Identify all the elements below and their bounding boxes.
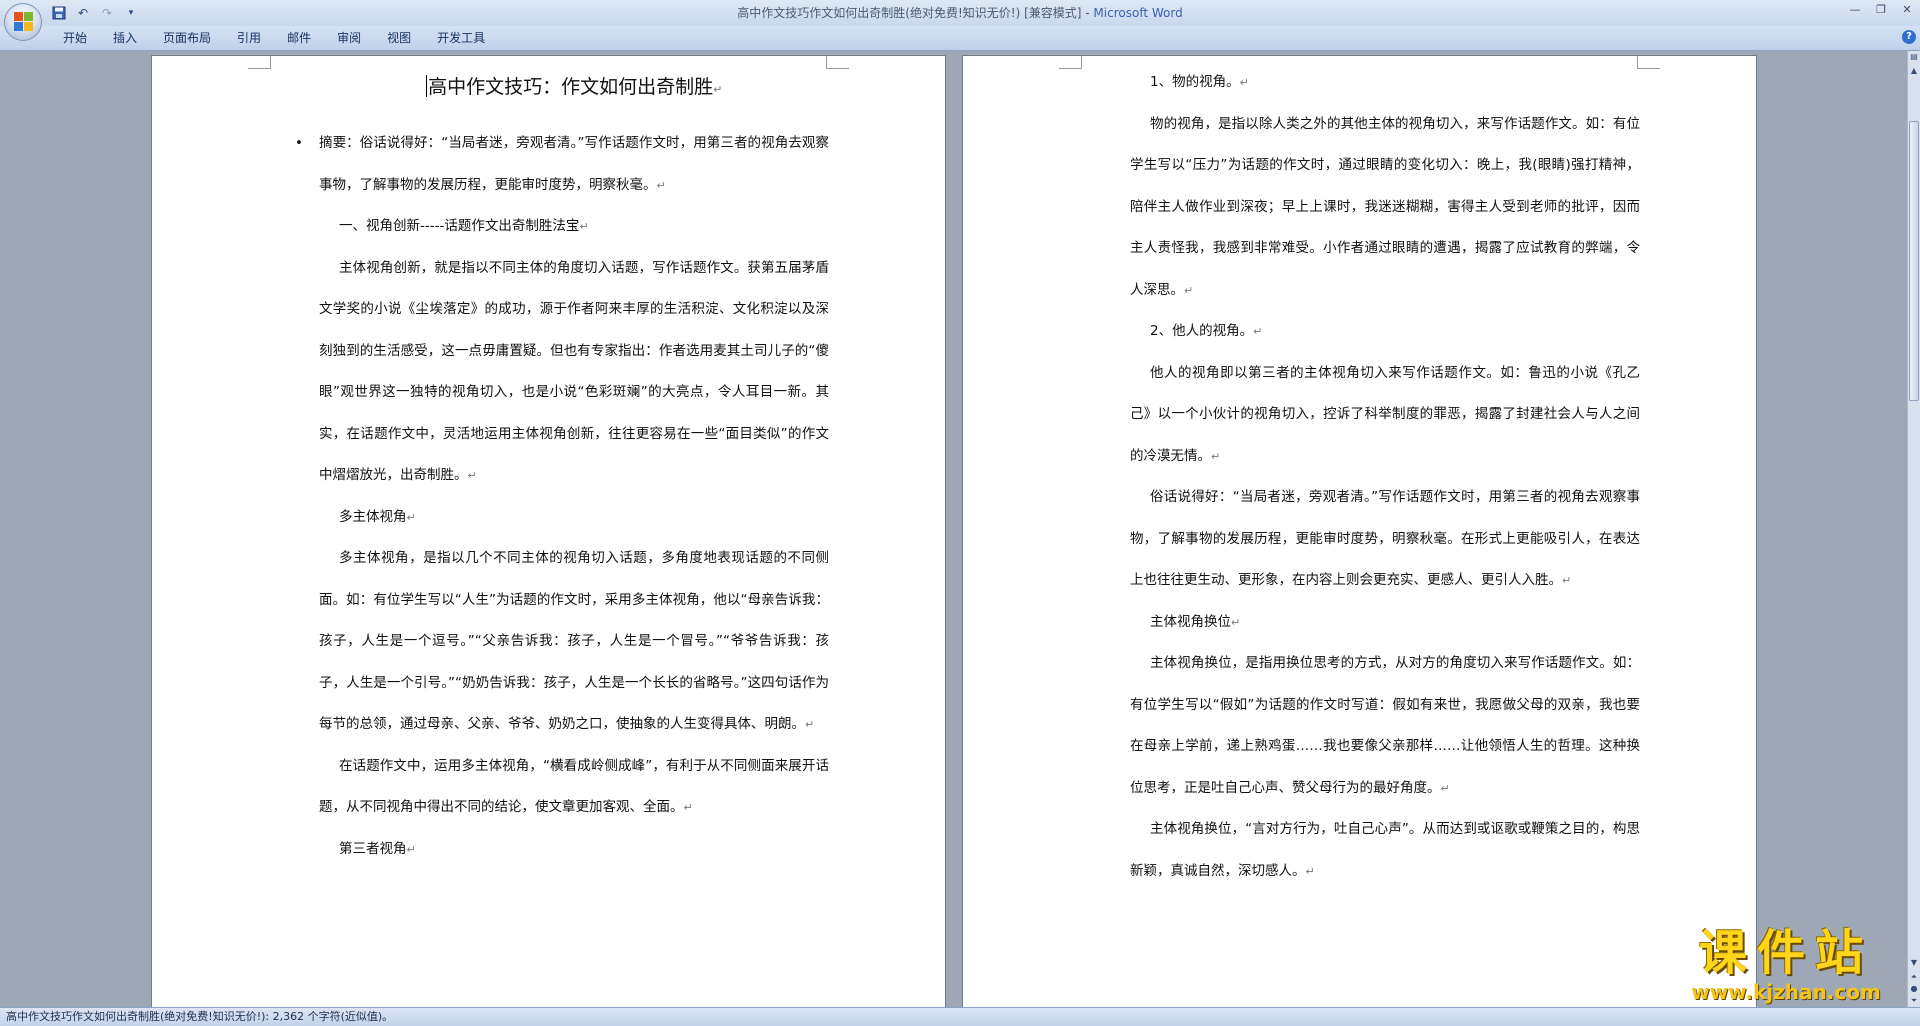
paragraph-body[interactable]: 主体视角换位，是指用换位思考的方式，从对方的角度切入来写作话题作文。如：有位学生…	[1130, 643, 1640, 809]
tab-insert[interactable]: 插入	[100, 26, 150, 50]
tab-mailings[interactable]: 邮件	[274, 26, 324, 50]
window-title: 高中作文技巧作文如何出奇制胜(绝对免费!知识无价!) [兼容模式] - Micr…	[0, 0, 1920, 26]
margin-corner-mark	[1059, 56, 1082, 69]
site-watermark-logo: 课件站 www.kjzhan.com	[1670, 925, 1902, 1005]
paragraph-text: 1、物的视角。	[1150, 74, 1240, 90]
paragraph-mark: ↵	[467, 469, 477, 482]
paragraph-text: 主体视角换位	[1150, 613, 1231, 630]
paragraph-text: 物的视角，是指以除人类之外的其他主体的视角切入，来写作话题作文。如：有位学生写以…	[1130, 115, 1640, 298]
paragraph-mark: ↵	[805, 718, 815, 731]
paragraph-body[interactable]: 俗话说得好：“当局者迷，旁观者清。”写作话题作文时，用第三者的视角去观察事物，了…	[1130, 477, 1640, 602]
tab-review[interactable]: 审阅	[324, 26, 374, 50]
heading-others-view[interactable]: 2、他人的视角。↵	[1130, 311, 1640, 353]
paragraph-mark: ↵	[1184, 283, 1194, 297]
next-page-icon[interactable]: ⏷	[1909, 995, 1919, 1007]
paragraph-body[interactable]: 主体视角换位，“言对方行为，吐自己心声”。从而达到或讴歌或鞭策之目的，构思新颖，…	[1130, 809, 1640, 892]
bullet-icon: •	[295, 135, 303, 151]
paragraph-mark: ↵	[406, 510, 416, 524]
paragraph-body[interactable]: 多主体视角，是指以几个不同主体的视角切入话题，多角度地表现话题的不同侧面。如：有…	[319, 538, 829, 746]
paragraph-body[interactable]: 在话题作文中，运用多主体视角，“横看成岭侧成峰”，有利于从不同侧面来展开话题，从…	[319, 746, 829, 829]
paragraph-mark: ↵	[683, 801, 693, 814]
help-icon[interactable]: ?	[1902, 30, 1916, 44]
app-name: Microsoft Word	[1093, 6, 1183, 20]
status-bar: 高中作文技巧作文如何出奇制胜(绝对免费!知识无价!): 2,362 个字符(近似…	[0, 1007, 1920, 1026]
document-name: 高中作文技巧作文如何出奇制胜(绝对免费!知识无价!) [兼容模式]	[737, 6, 1082, 20]
paragraph-mark: ↵	[656, 178, 666, 192]
vertical-scrollbar[interactable]: ▤ ▲ ▼ ⏶ ● ⏷	[1907, 51, 1920, 1007]
title-separator: -	[1081, 6, 1094, 20]
heading-perspective-swap[interactable]: 主体视角换位↵	[1130, 602, 1640, 644]
paragraph-mark: ↵	[713, 83, 723, 96]
status-text: 高中作文技巧作文如何出奇制胜(绝对免费!知识无价!): 2,362 个字符(近似…	[6, 1010, 394, 1023]
page-right-content[interactable]: 1、物的视角。↵ 物的视角，是指以除人类之外的其他主体的视角切入，来写作话题作文…	[1130, 62, 1640, 892]
paragraph-text: 主体视角换位，是指用换位思考的方式，从对方的角度切入来写作话题作文。如：有位学生…	[1130, 655, 1640, 796]
paragraph-abstract[interactable]: • 摘要：俗话说得好：“当局者迷，旁观者清。”写作话题作文时，用第三者的视角去观…	[295, 123, 829, 206]
heading-third-person[interactable]: 第三者视角↵	[319, 829, 829, 871]
paragraph-body[interactable]: 他人的视角即以第三者的主体视角切入来写作话题作文。如：鲁迅的小说《孔乙己》以一个…	[1130, 353, 1640, 478]
paragraph-body[interactable]: 物的视角，是指以除人类之外的其他主体的视角切入，来写作话题作文。如：有位学生写以…	[1130, 104, 1640, 312]
paragraph-text: 摘要：俗话说得好：“当局者迷，旁观者清。”写作话题作文时，用第三者的视角去观察事…	[319, 135, 829, 193]
previous-page-icon[interactable]: ⏶	[1909, 971, 1919, 983]
document-area[interactable]: 高中作文技巧：作文如何出奇制胜↵ • 摘要：俗话说得好：“当局者迷，旁观者清。”…	[0, 51, 1908, 1007]
page-left[interactable]: 高中作文技巧：作文如何出奇制胜↵ • 摘要：俗话说得好：“当局者迷，旁观者清。”…	[152, 56, 945, 1007]
window-controls: — ❐ ✕	[1842, 0, 1920, 22]
scrollbar-thumb[interactable]	[1909, 121, 1919, 401]
paragraph-text: 主体视角换位，“言对方行为，吐自己心声”。从而达到或讴歌或鞭策之目的，构思新颖，…	[1130, 821, 1640, 879]
page-right[interactable]: 1、物的视角。↵ 物的视角，是指以除人类之外的其他主体的视角切入，来写作话题作文…	[963, 56, 1756, 1007]
minimize-icon[interactable]: —	[1842, 0, 1868, 20]
office-logo-icon	[14, 12, 34, 32]
scroll-up-icon[interactable]: ▲	[1909, 65, 1919, 77]
document-title[interactable]: 高中作文技巧：作文如何出奇制胜↵	[319, 56, 829, 105]
document-title-text: 高中作文技巧：作文如何出奇制胜	[428, 76, 714, 98]
paragraph-text: 主体视角创新，就是指以不同主体的角度切入话题，写作话题作文。获第五届茅盾文学奖的…	[319, 259, 829, 484]
paragraph-text: 多主体视角	[339, 508, 407, 525]
paragraph-mark: ↵	[579, 220, 589, 233]
paragraph-text: 2、他人的视角。	[1150, 323, 1254, 339]
paragraph-text: 他人的视角即以第三者的主体视角切入来写作话题作文。如：鲁迅的小说《孔乙己》以一个…	[1130, 364, 1640, 464]
margin-corner-mark	[826, 56, 849, 69]
paragraph-mark: ↵	[1562, 574, 1572, 587]
paragraph-text: 一、视角创新-----话题作文出奇制胜法宝	[339, 218, 580, 234]
tab-view[interactable]: 视图	[374, 26, 424, 50]
margin-corner-mark	[248, 56, 271, 69]
text-cursor	[425, 75, 428, 97]
paragraph-text: 第三者视角	[339, 840, 407, 857]
tab-home[interactable]: 开始	[50, 26, 100, 50]
office-button[interactable]	[4, 3, 42, 41]
paragraph-mark: ↵	[406, 842, 416, 856]
paragraph-text: 多主体视角，是指以几个不同主体的视角切入话题，多角度地表现话题的不同侧面。如：有…	[319, 550, 829, 732]
browse-object-icon[interactable]: ●	[1909, 983, 1919, 995]
heading-multi-subject[interactable]: 多主体视角↵	[319, 497, 829, 539]
margin-corner-mark	[1637, 56, 1660, 69]
close-icon[interactable]: ✕	[1894, 0, 1920, 20]
paragraph-mark: ↵	[1211, 449, 1221, 463]
scroll-down-icon[interactable]: ▼	[1909, 957, 1919, 969]
ribbon-tabs: 开始 插入 页面布局 引用 邮件 审阅 视图 开发工具	[50, 26, 498, 50]
watermark-text: 课件站	[1698, 925, 1873, 981]
heading-object-view[interactable]: 1、物的视角。↵	[1130, 62, 1640, 104]
restore-icon[interactable]: ❐	[1868, 0, 1894, 20]
tab-page-layout[interactable]: 页面布局	[150, 26, 224, 50]
paragraph-mark: ↵	[1231, 615, 1241, 629]
heading-section-1[interactable]: 一、视角创新-----话题作文出奇制胜法宝↵	[319, 206, 829, 248]
paragraph-text: 在话题作文中，运用多主体视角，“横看成岭侧成峰”，有利于从不同侧面来展开话题，从…	[319, 757, 829, 816]
paragraph-mark: ↵	[1305, 864, 1315, 878]
page-left-content[interactable]: 高中作文技巧：作文如何出奇制胜↵ • 摘要：俗话说得好：“当局者迷，旁观者清。”…	[295, 56, 829, 871]
paragraph-body[interactable]: 主体视角创新，就是指以不同主体的角度切入话题，写作话题作文。获第五届茅盾文学奖的…	[319, 248, 829, 497]
ribbon-tab-bar: 开始 插入 页面布局 引用 邮件 审阅 视图 开发工具 ?	[0, 26, 1920, 51]
paragraph-mark: ↵	[1253, 325, 1263, 338]
paragraph-mark: ↵	[1440, 781, 1450, 795]
paragraph-mark: ↵	[1239, 76, 1249, 89]
watermark-url: www.kjzhan.com	[1691, 980, 1881, 1004]
tab-references[interactable]: 引用	[224, 26, 274, 50]
tab-developer[interactable]: 开发工具	[424, 26, 498, 50]
ruler-toggle-icon[interactable]: ▤	[1909, 51, 1919, 63]
title-bar: ↶ ↷ ▾ 高中作文技巧作文如何出奇制胜(绝对免费!知识无价!) [兼容模式] …	[0, 0, 1920, 26]
